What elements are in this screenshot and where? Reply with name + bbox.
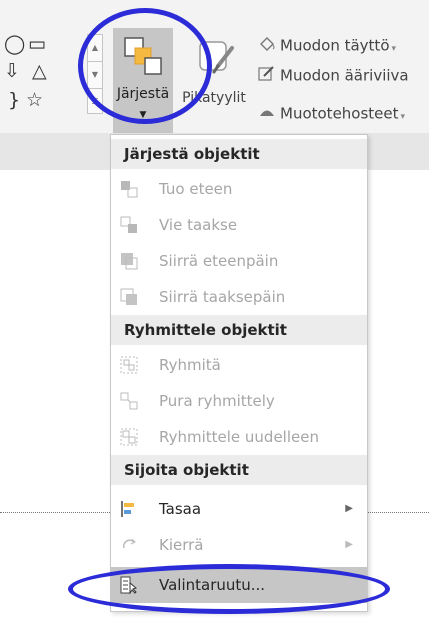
annotation-circle-selection-pane <box>68 564 390 614</box>
menu-item-regroup[interactable]: Ryhmittele uudelleen <box>111 419 367 455</box>
paint-bucket-icon <box>258 36 280 56</box>
menu-header-group-objects: Ryhmittele objektit <box>111 315 367 345</box>
send-backward-icon <box>120 216 137 233</box>
menu-header-arrange-objects: Järjestä objektit <box>111 139 367 169</box>
rotate-icon <box>122 538 136 549</box>
group-icon <box>120 356 138 374</box>
arrange-dropdown-menu: Järjestä objektit Tuo eteen Vie taakse S… <box>110 134 368 612</box>
bring-forward-icon <box>121 181 138 198</box>
menu-item-rotate[interactable]: Kierrä ▶ <box>111 527 367 563</box>
menu-item-send-backward[interactable]: Vie taakse <box>111 207 367 243</box>
shape-fill-button[interactable]: Muodon täyttö ▾ <box>258 36 396 58</box>
shape-outline-label: Muodon ääriviiva <box>280 66 409 85</box>
ungroup-icon <box>120 392 138 410</box>
regroup-icon <box>120 428 138 446</box>
annotation-circle-arrange <box>78 8 212 124</box>
bring-to-front-icon <box>121 253 138 270</box>
document-divider <box>0 512 110 513</box>
shape-effects-button[interactable]: Muototehosteet ▾ <box>258 104 405 126</box>
shape-effects-label: Muototehosteet <box>280 104 399 123</box>
menu-item-bring-forward[interactable]: Tuo eteen <box>111 171 367 207</box>
shape-outline-button[interactable]: Muodon ääriviiva <box>258 66 409 88</box>
pen-outline-icon <box>258 66 280 86</box>
down-arrow-shape-icon[interactable]: ⇩ <box>4 61 20 81</box>
menu-item-bring-to-front[interactable]: Siirrä eteenpäin <box>111 243 367 279</box>
menu-item-send-to-back[interactable]: Siirrä taaksepäin <box>111 279 367 315</box>
submenu-arrow-icon: ▶ <box>345 539 353 550</box>
triangle-shape-icon[interactable]: △ <box>32 61 47 81</box>
brace-shape-icon[interactable]: } <box>8 90 20 110</box>
send-to-back-icon <box>120 288 137 305</box>
menu-header-position-objects: Sijoita objektit <box>111 455 367 485</box>
align-icon <box>121 501 134 517</box>
menu-item-ungroup[interactable]: Pura ryhmittely <box>111 383 367 419</box>
star-shape-icon[interactable]: ☆ <box>26 90 43 110</box>
oval-shape-icon[interactable]: ◯ <box>4 34 25 54</box>
menu-item-group[interactable]: Ryhmitä <box>111 347 367 383</box>
menu-item-align[interactable]: Tasaa ▶ <box>111 491 367 527</box>
chevron-down-icon: ▾ <box>400 111 406 122</box>
rectangle-shape-icon[interactable]: ▭ <box>28 34 46 54</box>
submenu-arrow-icon: ▶ <box>345 503 353 514</box>
shape-effects-icon <box>258 104 280 124</box>
shape-fill-label: Muodon täyttö <box>280 36 390 55</box>
chevron-down-icon: ▾ <box>391 43 397 54</box>
document-divider <box>368 512 429 513</box>
